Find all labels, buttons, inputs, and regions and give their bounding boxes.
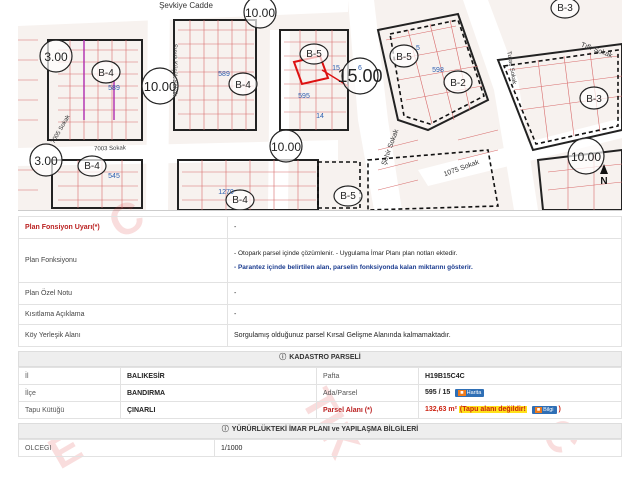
kadastro-table: İl BALIKESİR Pafta H19B15C4C İlçe BANDIR… [18, 367, 622, 419]
height-label: 3.00 [34, 154, 58, 168]
special-note-value: - [227, 282, 622, 305]
height-label: 10.00 [571, 150, 601, 164]
height-label: 10.00 [271, 140, 301, 154]
info-panel: Plan Fonsiyon Uyarı(*) - Plan Fonksiyonu… [18, 216, 622, 457]
zone-label: B-4 [98, 68, 114, 79]
kadastro-header: ⓘ KADASTRO PARSELİ [18, 351, 622, 367]
zone-label: B-4 [235, 80, 251, 91]
harita-label: Harita [466, 390, 482, 396]
plan-warning-value: - [227, 216, 622, 239]
plan-note-parenthesis: - Parantez içinde belirtilen alan, parse… [234, 263, 473, 271]
bilgi-label: Bilgi [543, 407, 554, 413]
parcel-number: 1270 [218, 189, 234, 196]
road-label: Sınırlı Küçük Sokak [171, 44, 177, 97]
row-ilce: İlçe BANDIRMA Ada/Parsel 595 / 15 ■ Harit… [18, 384, 622, 402]
restriction-label: Kısıtlama Açıklama [18, 304, 228, 325]
plan-warning-label: Plan Fonsiyon Uyarı(*) [18, 216, 228, 239]
pafta-value: H19B15C4C [418, 367, 622, 385]
row-special-note: Plan Özel Notu - [18, 282, 622, 305]
road-label: 7003 Sokak [94, 145, 127, 152]
alan-cell: 132,63 m² (Tapu alanı değildir! ■ Bilgi ) [418, 401, 622, 419]
ada-label: Ada/Parsel [316, 384, 419, 402]
row-il: İl BALIKESİR Pafta H19B15C4C [18, 367, 622, 385]
imar-header: ⓘ YÜRÜRLÜKTEKİ İMAR PLANI ve YAPILAŞMA Bİ… [18, 423, 622, 439]
map-canvas: 10.003.0010.0015.0010.003.00 10.00B-4B-4B… [18, 0, 622, 210]
row-olcek: OLCEGI 1/1000 [18, 439, 622, 457]
zone-label: B-2 [450, 78, 466, 89]
parcel-number: 15 [332, 65, 340, 72]
bilgi-button[interactable]: ■ Bilgi [531, 406, 557, 414]
parcel-number: 6 [358, 65, 362, 72]
info-icon: ⓘ [279, 354, 287, 361]
road-label: Şevkiye Cadde [159, 1, 213, 10]
parcel-number: 14 [316, 113, 324, 120]
map-icon: ■ [458, 390, 466, 396]
parcel-number: 595 [298, 93, 310, 100]
ada-cell: 595 / 15 ■ Harita [418, 384, 622, 402]
parcel-number: 589 [218, 71, 230, 78]
alan-close: ) [558, 406, 561, 413]
imar-table: OLCEGI 1/1000 [18, 439, 622, 457]
kadastro-title: KADASTRO PARSELİ [289, 354, 361, 361]
alan-warning: (Tapu alanı değildir! [458, 406, 527, 413]
parcel-number: 598 [432, 67, 444, 74]
alan-label: Parsel Alanı (*) [316, 401, 419, 419]
info-icon: ⓘ [221, 426, 229, 433]
parcel-number: 545 [108, 173, 120, 180]
tapu-value: ÇINARLI [120, 401, 317, 419]
zone-label: B-5 [340, 191, 356, 202]
il-label: İl [18, 367, 121, 385]
olcek-label: OLCEGI [18, 439, 215, 457]
height-label: 3.00 [44, 50, 68, 64]
village-value: Sorgulamış olduğunuz parsel Kırsal Geliş… [227, 324, 622, 347]
row-tapu: Tapu Kütüğü ÇINARLI Parsel Alanı (*) 132… [18, 401, 622, 419]
plan-info-table: Plan Fonsiyon Uyarı(*) - Plan Fonksiyonu… [18, 216, 622, 347]
row-village: Köy Yerleşik Alanı Sorgulamış olduğunuz … [18, 324, 622, 347]
info-small-icon: ■ [534, 407, 543, 413]
zone-label: B-4 [232, 195, 248, 206]
olcek-value: 1/1000 [214, 439, 622, 457]
plan-map[interactable]: 10.00 3.00 10.00 15.00 10.00 3.00 10.00 B-4 B-4 B… [18, 0, 622, 211]
zone-label: B-5 [396, 52, 412, 63]
il-value: BALIKESİR [120, 367, 317, 385]
plan-function-label: Plan Fonksiyonu [18, 238, 228, 283]
parcel-number: 589 [108, 85, 120, 92]
imar-title: YÜRÜRLÜKTEKİ İMAR PLANI ve YAPILAŞMA BİL… [231, 426, 419, 433]
restriction-value: - [227, 304, 622, 325]
harita-button[interactable]: ■ Harita [455, 389, 485, 397]
row-restriction: Kısıtlama Açıklama - [18, 304, 622, 325]
ada-value: 595 / 15 [425, 389, 451, 396]
alan-value: 132,63 m² [425, 406, 457, 413]
village-label: Köy Yerleşik Alanı [18, 324, 228, 347]
zone-label: B-5 [306, 49, 322, 60]
parcel-number: 5 [416, 45, 420, 52]
special-note-label: Plan Özel Notu [18, 282, 228, 305]
north-arrow: N [600, 176, 607, 187]
ilce-value: BANDIRMA [120, 384, 317, 402]
zone-label: B-4 [84, 161, 100, 172]
zone-label: B-3 [586, 94, 602, 105]
height-label: 10.00 [245, 6, 275, 20]
plan-note-line: - Otopark parsel içinde çözümlenir. - Uy… [234, 249, 458, 257]
pafta-label: Pafta [316, 367, 419, 385]
row-plan-warning: Plan Fonsiyon Uyarı(*) - [18, 216, 622, 239]
plan-function-value: - Otopark parsel içinde çözümlenir. - Uy… [227, 238, 622, 283]
tapu-label: Tapu Kütüğü [18, 401, 121, 419]
row-plan-function: Plan Fonksiyonu - Otopark parsel içinde … [18, 238, 622, 283]
ilce-label: İlçe [18, 384, 121, 402]
zone-label: B-3 [557, 3, 573, 14]
